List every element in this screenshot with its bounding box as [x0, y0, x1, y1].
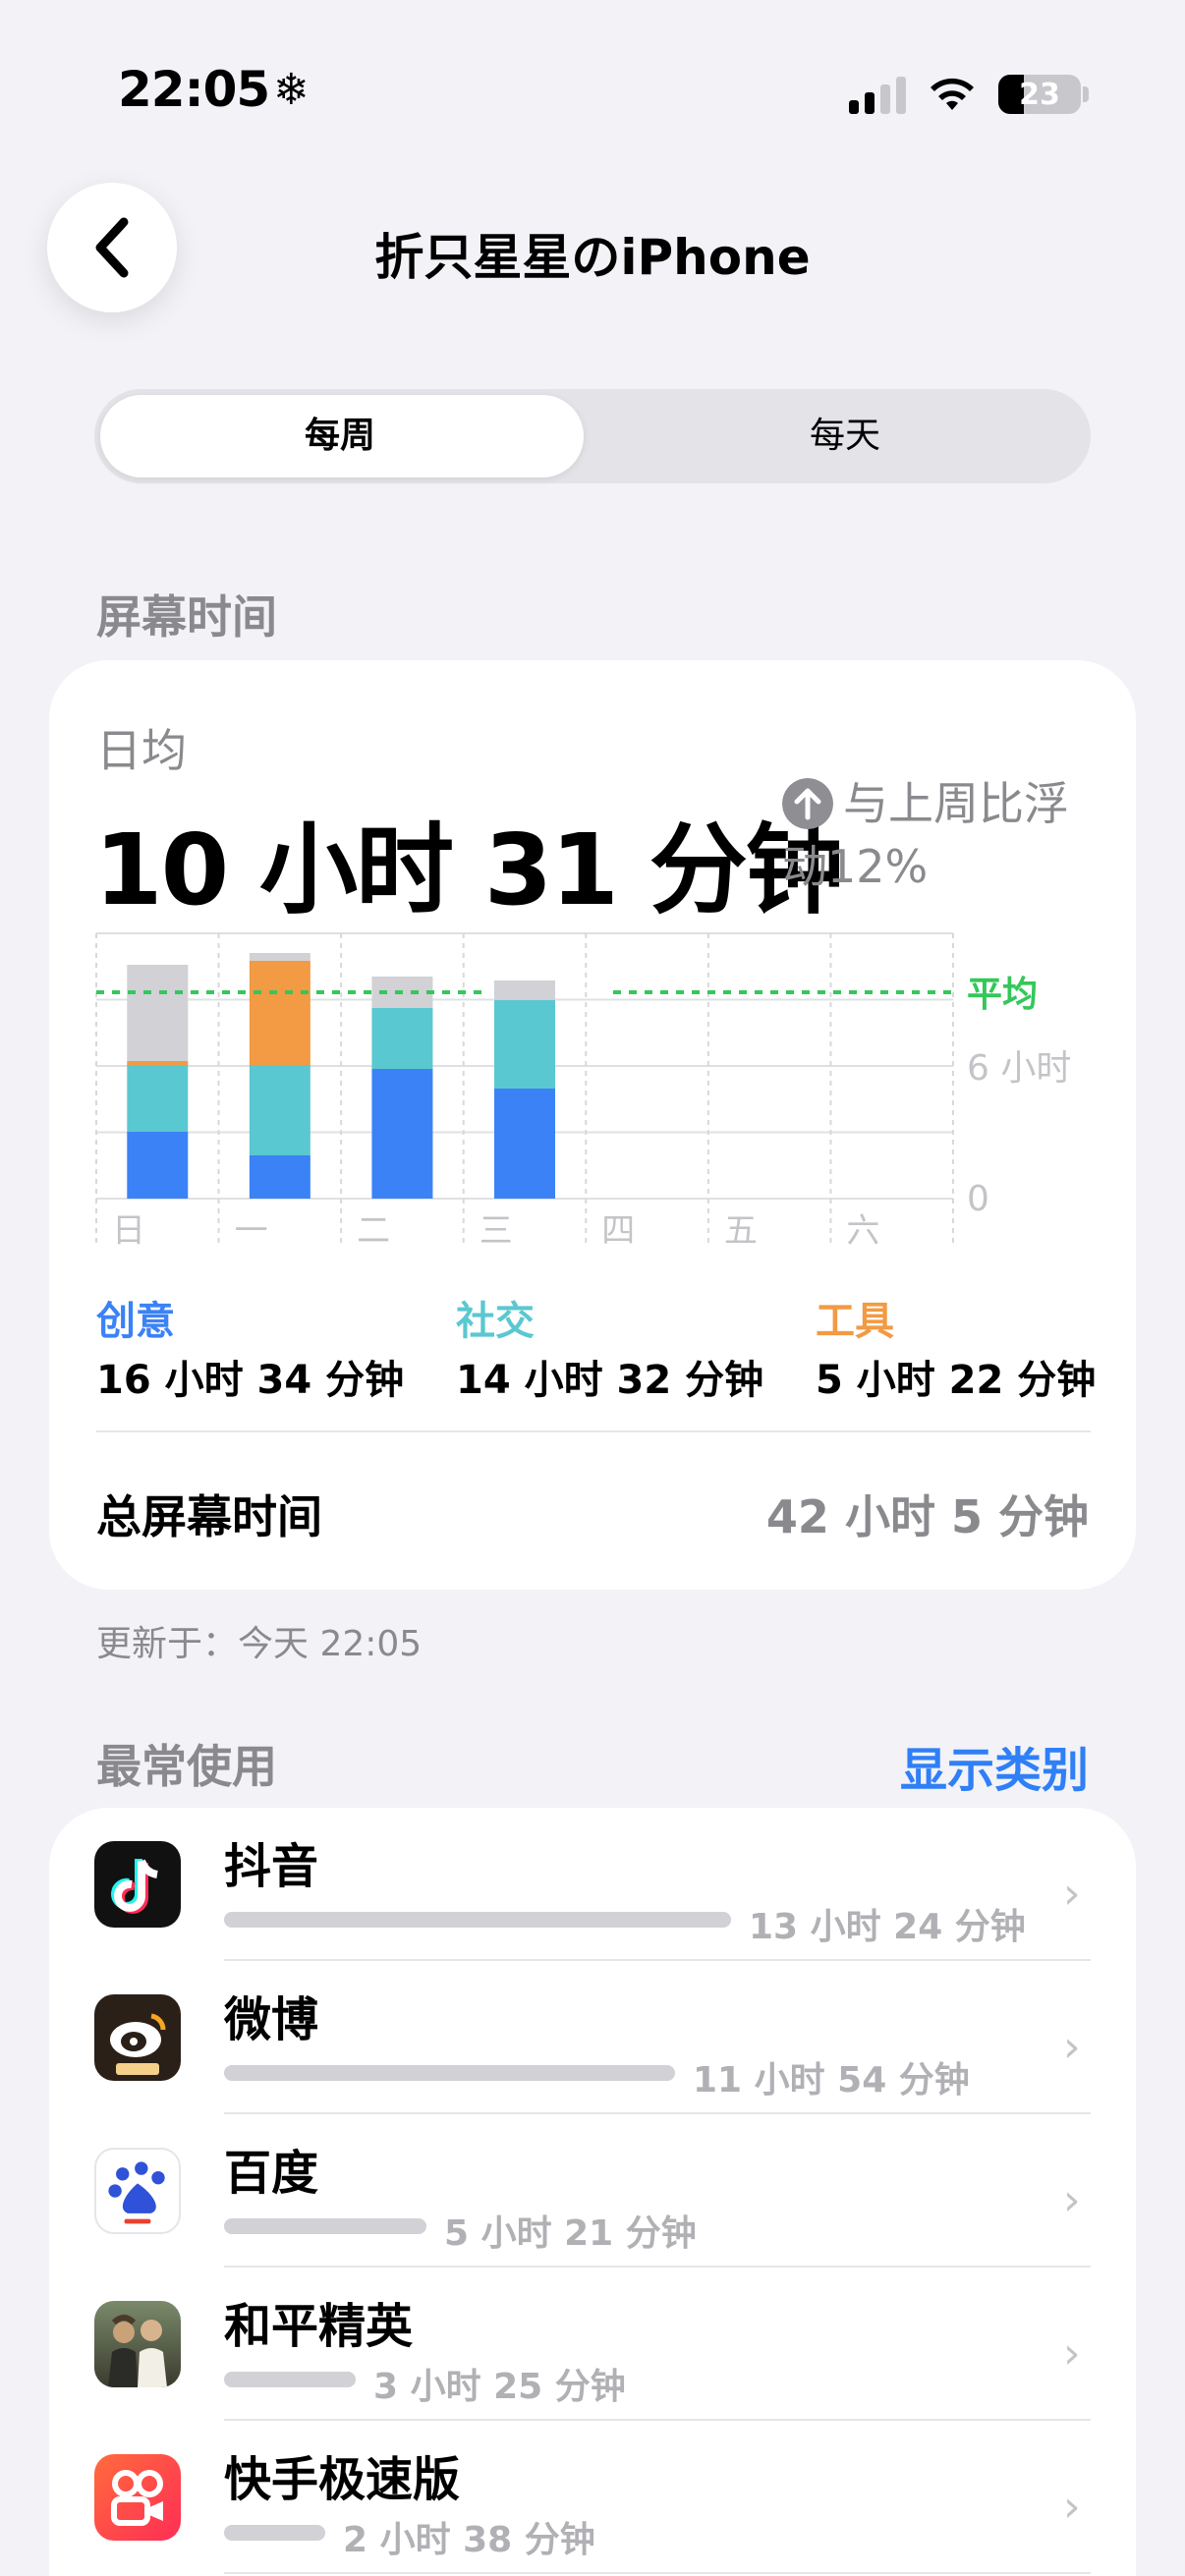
x-tick-label: 四 [601, 1211, 635, 1251]
average-label: 平均 [967, 975, 1038, 1015]
baidu-icon [94, 2148, 181, 2234]
category-utilities-label: 工具 [816, 1299, 894, 1344]
usage-bar [224, 2372, 356, 2387]
x-tick-label: 六 [846, 1211, 879, 1251]
show-categories-button[interactable]: 显示类别 [900, 1731, 1089, 1800]
bar-segment [371, 1069, 433, 1199]
app-usage-time: 2 小时 38 分钟 [343, 2520, 595, 2560]
cellular-signal-icon [849, 77, 908, 114]
weibo-icon [94, 1994, 181, 2081]
screen-time-section-label: 屏幕时间 [96, 590, 277, 644]
app-usage-time: 11 小时 54 分钟 [693, 2060, 970, 2100]
x-tick-label: 五 [724, 1211, 758, 1251]
bar-segment [127, 965, 189, 1061]
updated-timestamp: 更新于：今天 22:05 [96, 1624, 423, 1664]
y-tick-label: 0 [967, 1179, 989, 1219]
category-creative-value: 16 小时 34 分钟 [96, 1358, 405, 1403]
total-screen-time-label: 总屏幕时间 [96, 1490, 322, 1543]
category-utilities-value: 5 小时 22 分钟 [816, 1358, 1097, 1403]
app-name: 百度 [224, 2146, 319, 2201]
page-title: 折只星星のiPhone [374, 229, 811, 286]
douyin-icon [94, 1841, 181, 1928]
battery-icon: 23 [998, 75, 1081, 114]
segment-daily[interactable]: 每天 [599, 389, 1091, 483]
chevron-right-icon: › [1063, 2482, 1081, 2532]
app-row-weibo[interactable]: 微博 11 小时 54 分钟 › [49, 1961, 1136, 2114]
most-used-section-label: 最常使用 [96, 1740, 277, 1793]
bar-segment [249, 1065, 310, 1155]
daily-average-value: 10 小时 31 分钟 [94, 812, 844, 927]
usage-bar [224, 1912, 731, 1928]
trend-text: 与上周比浮动12% [782, 777, 1069, 893]
bar-segment [249, 953, 310, 961]
bar-segment [494, 1000, 555, 1089]
usage-bar [224, 2525, 325, 2541]
divider [96, 1430, 1091, 1432]
app-row-peacekeeper-elite[interactable]: 和平精英 3 小时 25 分钟 › [49, 2268, 1136, 2421]
app-usage-time: 13 小时 24 分钟 [749, 1907, 1026, 1947]
chevron-right-icon: › [1063, 2175, 1081, 2225]
wifi-icon [931, 78, 974, 110]
app-name: 微博 [224, 1992, 319, 2047]
app-name: 快手极速版 [224, 2452, 461, 2507]
period-segmented-control: 每周 每天 [94, 389, 1091, 483]
kuaishou-icon [94, 2454, 181, 2541]
battery-level: 23 [1019, 78, 1060, 112]
x-tick-label: 三 [480, 1211, 513, 1251]
bar-segment [494, 1089, 555, 1199]
x-tick-label: 日 [112, 1211, 145, 1251]
category-creative-label: 创意 [96, 1299, 175, 1344]
bar-segment [249, 961, 310, 1065]
x-tick-label: 一 [235, 1211, 268, 1251]
bar-segment [249, 1155, 310, 1199]
usage-bar [224, 2065, 675, 2081]
battery-cap [1083, 86, 1089, 102]
category-social-value: 14 小时 32 分钟 [456, 1358, 764, 1403]
chevron-right-icon: › [1063, 2328, 1081, 2379]
bar-segment [127, 1061, 189, 1065]
x-tick-label: 二 [357, 1211, 390, 1251]
app-name: 和平精英 [224, 2299, 414, 2354]
bar-segment [127, 1132, 189, 1199]
app-row-kuaishou[interactable]: 快手极速版 2 小时 38 分钟 › [49, 2421, 1136, 2574]
chevron-right-icon: › [1063, 1869, 1081, 1919]
app-usage-time: 3 小时 25 分钟 [373, 2367, 626, 2407]
weekly-usage-chart[interactable]: 日 一 二 三 四 五 六 平均 6 小时 0 [0, 924, 1185, 1267]
bar-segment [127, 1065, 189, 1132]
status-time: 22:05 [118, 61, 270, 118]
app-row-baidu[interactable]: 百度 5 小时 21 分钟 › [49, 2114, 1136, 2268]
chevron-right-icon: › [1063, 2022, 1081, 2072]
bar-segment [371, 1008, 433, 1069]
app-usage-time: 5 小时 21 分钟 [444, 2213, 697, 2254]
app-row-douyin[interactable]: 抖音 13 小时 24 分钟 › [49, 1808, 1136, 1961]
y-tick-label: 6 小时 [967, 1048, 1071, 1089]
total-screen-time-value: 42 小时 5 分钟 [765, 1490, 1089, 1543]
snowflake-icon: ❄ [273, 65, 310, 115]
category-social-label: 社交 [456, 1299, 535, 1344]
daily-average-label: 日均 [96, 724, 187, 777]
app-name: 抖音 [224, 1839, 319, 1894]
bar-segment [494, 980, 555, 1000]
segment-weekly[interactable]: 每周 [94, 389, 586, 483]
peacekeeper-elite-icon [94, 2301, 181, 2387]
usage-bar [224, 2218, 426, 2234]
divider [224, 2572, 1091, 2574]
